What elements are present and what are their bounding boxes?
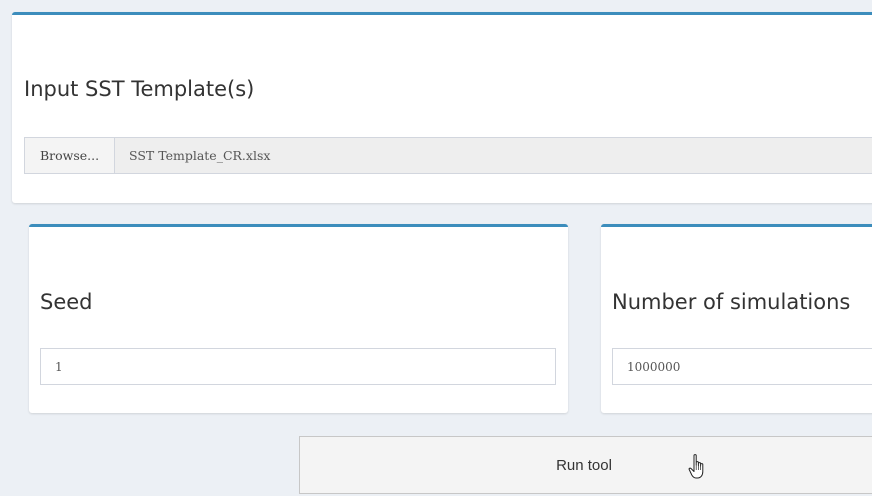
browse-button[interactable]: Browse... — [24, 137, 115, 174]
file-input-panel: Input SST Template(s) Browse... SST Temp… — [12, 12, 872, 203]
run-tool-button[interactable]: Run tool — [299, 436, 872, 494]
seed-input[interactable] — [40, 348, 556, 385]
seed-title: Seed — [40, 290, 93, 314]
file-input-group: Browse... SST Template_CR.xlsx — [24, 137, 872, 174]
file-name-field[interactable]: SST Template_CR.xlsx — [115, 137, 872, 174]
file-input-title: Input SST Template(s) — [24, 77, 255, 101]
seed-panel: Seed — [29, 224, 568, 413]
simulations-title: Number of simulations — [612, 290, 851, 314]
simulations-panel: Number of simulations — [601, 224, 872, 413]
simulations-input[interactable] — [612, 348, 872, 385]
